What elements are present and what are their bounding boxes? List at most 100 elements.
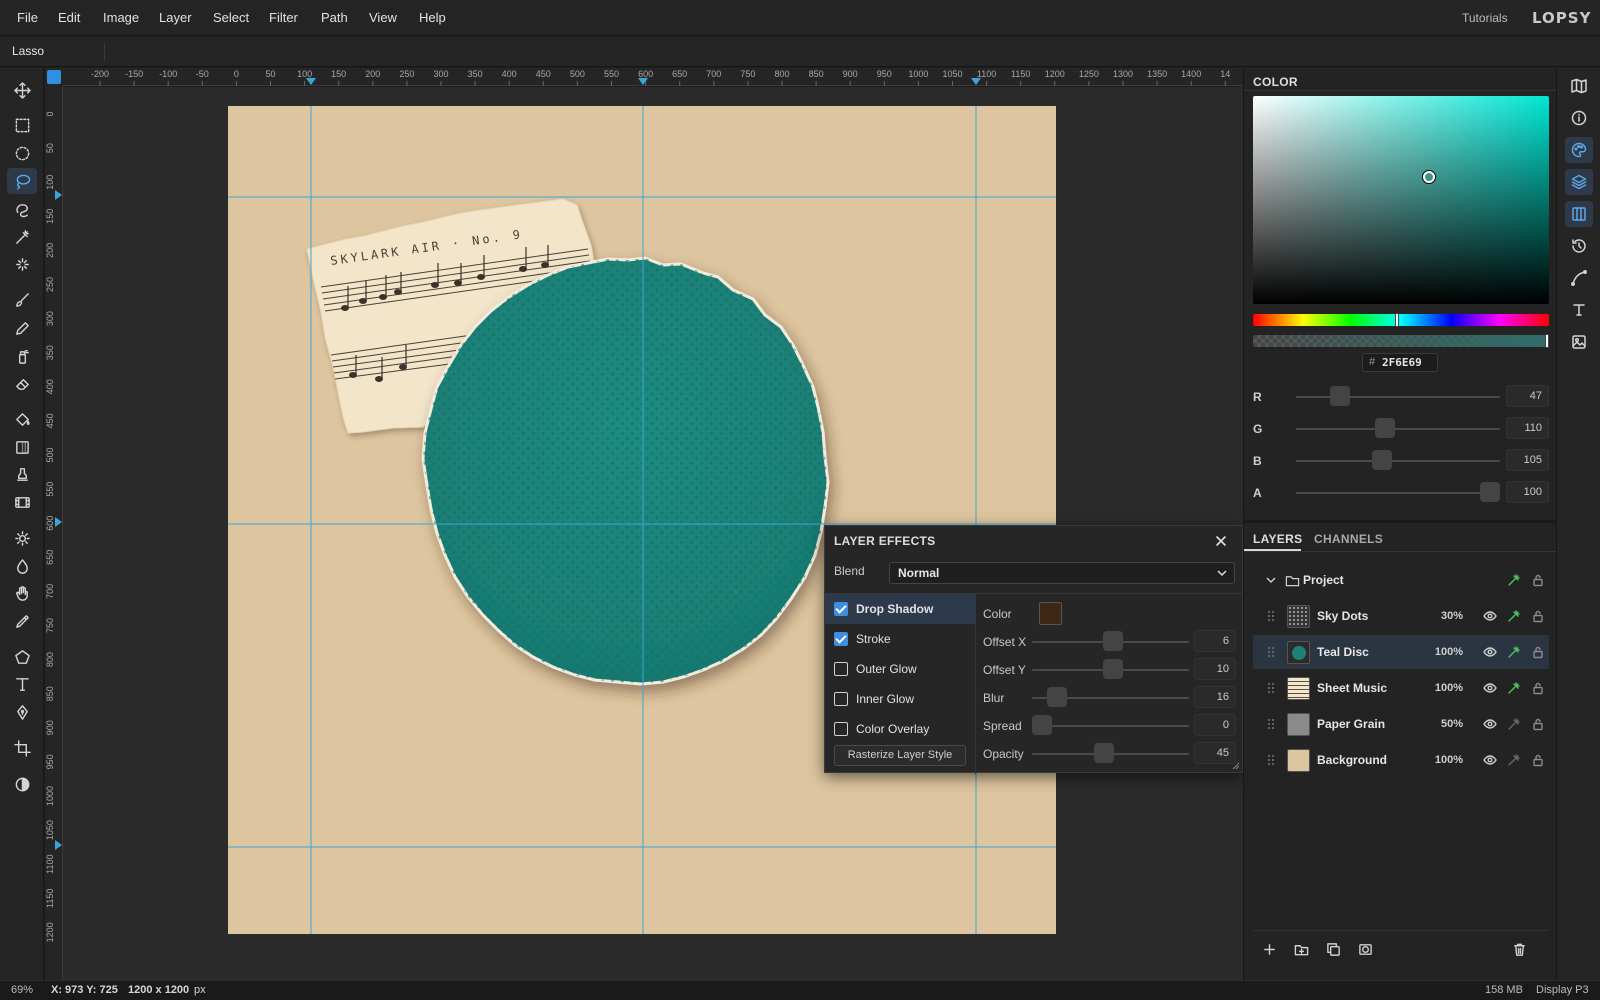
panel-splitter[interactable] xyxy=(1244,520,1557,523)
menu-layer[interactable]: Layer xyxy=(159,0,192,36)
hex-input[interactable]: # 2F6E69 xyxy=(1362,353,1438,372)
ruler-corner[interactable] xyxy=(45,68,63,86)
guide-marker[interactable] xyxy=(971,78,981,85)
ellipse-select-tool[interactable] xyxy=(7,140,37,166)
navigator-panel-button[interactable] xyxy=(1565,73,1593,99)
layer-fx-button[interactable] xyxy=(1507,717,1521,731)
shadow-color-swatch[interactable] xyxy=(1039,602,1062,625)
red-slider[interactable] xyxy=(1296,396,1500,398)
layers-panel-button[interactable] xyxy=(1565,169,1593,195)
eyedropper-tool[interactable] xyxy=(7,608,37,634)
paths-panel-button[interactable] xyxy=(1565,265,1593,291)
tab-channels[interactable]: CHANNELS xyxy=(1314,532,1383,546)
drag-handle-icon[interactable] xyxy=(1267,718,1275,730)
drag-handle-icon[interactable] xyxy=(1267,682,1275,694)
crop-tool[interactable] xyxy=(7,735,37,761)
drag-handle-icon[interactable] xyxy=(1267,754,1275,766)
fill-tool[interactable] xyxy=(7,406,37,432)
alpha-slider[interactable] xyxy=(1253,334,1549,348)
layer-row-sheet-music[interactable]: Sheet Music 100% xyxy=(1253,671,1549,705)
gradient-tool[interactable] xyxy=(7,434,37,460)
zoom-level[interactable]: 69% xyxy=(11,981,33,1000)
blue-slider-thumb[interactable] xyxy=(1371,450,1392,470)
image-panel-button[interactable] xyxy=(1565,329,1593,355)
layer-opacity[interactable]: 100% xyxy=(1435,743,1463,777)
visibility-toggle[interactable] xyxy=(1483,645,1497,659)
drag-handle-icon[interactable] xyxy=(1267,646,1275,658)
inner-glow-checkbox[interactable] xyxy=(834,692,848,706)
character-panel-button[interactable] xyxy=(1565,297,1593,323)
quick-select-tool[interactable] xyxy=(7,196,37,222)
drag-handle-icon[interactable] xyxy=(1267,610,1275,622)
smudge-tool[interactable] xyxy=(7,580,37,606)
spot-heal-tool[interactable] xyxy=(7,251,37,277)
effect-inner-glow[interactable]: Inner Glow xyxy=(825,684,975,714)
burn-tool[interactable] xyxy=(7,553,37,579)
layer-opacity[interactable]: 100% xyxy=(1435,635,1463,669)
color-overlay-checkbox[interactable] xyxy=(834,722,848,736)
hue-slider[interactable] xyxy=(1253,313,1549,327)
offset-x-slider-thumb[interactable] xyxy=(1103,631,1124,651)
history-panel-button[interactable] xyxy=(1565,233,1593,259)
effect-color-overlay[interactable]: Color Overlay xyxy=(825,714,975,744)
filmstrip-tool[interactable] xyxy=(7,489,37,515)
blur-input[interactable]: 16 xyxy=(1194,686,1236,708)
menu-help[interactable]: Help xyxy=(419,0,446,36)
lock-toggle[interactable] xyxy=(1531,717,1545,731)
type-tool[interactable] xyxy=(7,671,37,697)
dodge-tool[interactable] xyxy=(7,525,37,551)
channels-panel-button[interactable] xyxy=(1565,201,1593,227)
red-slider-thumb[interactable] xyxy=(1329,386,1350,406)
clone-tool[interactable] xyxy=(7,343,37,369)
brush-tool[interactable] xyxy=(7,287,37,313)
color-picker-handle[interactable] xyxy=(1423,171,1435,183)
rasterize-layer-style-button[interactable]: Rasterize Layer Style xyxy=(834,745,966,766)
layer-row-background[interactable]: Background 100% xyxy=(1253,743,1549,777)
rect-select-tool[interactable] xyxy=(7,112,37,138)
opacity-slider-thumb[interactable] xyxy=(1093,743,1114,763)
color-panel-button[interactable] xyxy=(1565,137,1593,163)
effect-stroke[interactable]: Stroke xyxy=(825,624,975,654)
close-button[interactable] xyxy=(1210,530,1232,552)
lock-toggle[interactable] xyxy=(1531,609,1545,623)
layer-opacity[interactable]: 30% xyxy=(1441,599,1463,633)
visibility-toggle[interactable] xyxy=(1483,609,1497,623)
alpha-channel-slider-thumb[interactable] xyxy=(1480,482,1500,502)
layer-opacity[interactable]: 50% xyxy=(1441,707,1463,741)
delete-layer-button[interactable] xyxy=(1512,942,1534,964)
lock-toggle[interactable] xyxy=(1531,645,1545,659)
resize-grip-icon[interactable] xyxy=(1232,762,1240,770)
menu-path[interactable]: Path xyxy=(321,0,348,36)
outer-glow-checkbox[interactable] xyxy=(834,662,848,676)
alpha-slider-thumb[interactable] xyxy=(1545,334,1549,348)
layer-fx-button[interactable] xyxy=(1507,681,1521,695)
offset-x-input[interactable]: 6 xyxy=(1194,630,1236,652)
stamp-tool[interactable] xyxy=(7,461,37,487)
magic-wand-tool[interactable] xyxy=(7,224,37,250)
contrast-tool[interactable] xyxy=(7,771,37,797)
menu-file[interactable]: File xyxy=(17,0,38,36)
group-lock-button[interactable] xyxy=(1531,573,1545,587)
alpha-input[interactable]: 100 xyxy=(1506,481,1549,503)
blue-slider[interactable] xyxy=(1296,460,1500,462)
layer-fx-button[interactable] xyxy=(1507,609,1521,623)
lasso-tool[interactable] xyxy=(7,168,37,194)
layer-group-project[interactable]: Project xyxy=(1253,563,1549,597)
offset-y-slider-thumb[interactable] xyxy=(1103,659,1124,679)
green-input[interactable]: 110 xyxy=(1506,417,1549,439)
spread-input[interactable]: 0 xyxy=(1194,714,1236,736)
shape-tool[interactable] xyxy=(7,644,37,670)
info-panel-button[interactable] xyxy=(1565,105,1593,131)
move-tool[interactable] xyxy=(7,77,37,103)
effect-drop-shadow[interactable]: Drop Shadow xyxy=(825,594,975,624)
layer-row-sky-dots[interactable]: Sky Dots 30% xyxy=(1253,599,1549,633)
layer-row-paper-grain[interactable]: Paper Grain 50% xyxy=(1253,707,1549,741)
horizontal-ruler[interactable]: -200 -150 -100 -50 0 50 100 150 200 250 300 350 400 4… xyxy=(63,68,1243,86)
alpha-channel-slider[interactable] xyxy=(1296,492,1500,494)
spread-slider[interactable] xyxy=(1032,725,1189,727)
layer-mask-button[interactable] xyxy=(1358,942,1380,964)
stroke-checkbox[interactable] xyxy=(834,632,848,646)
menu-filter[interactable]: Filter xyxy=(269,0,298,36)
chevron-down-icon[interactable] xyxy=(1265,574,1277,586)
layer-fx-button[interactable] xyxy=(1507,753,1521,767)
